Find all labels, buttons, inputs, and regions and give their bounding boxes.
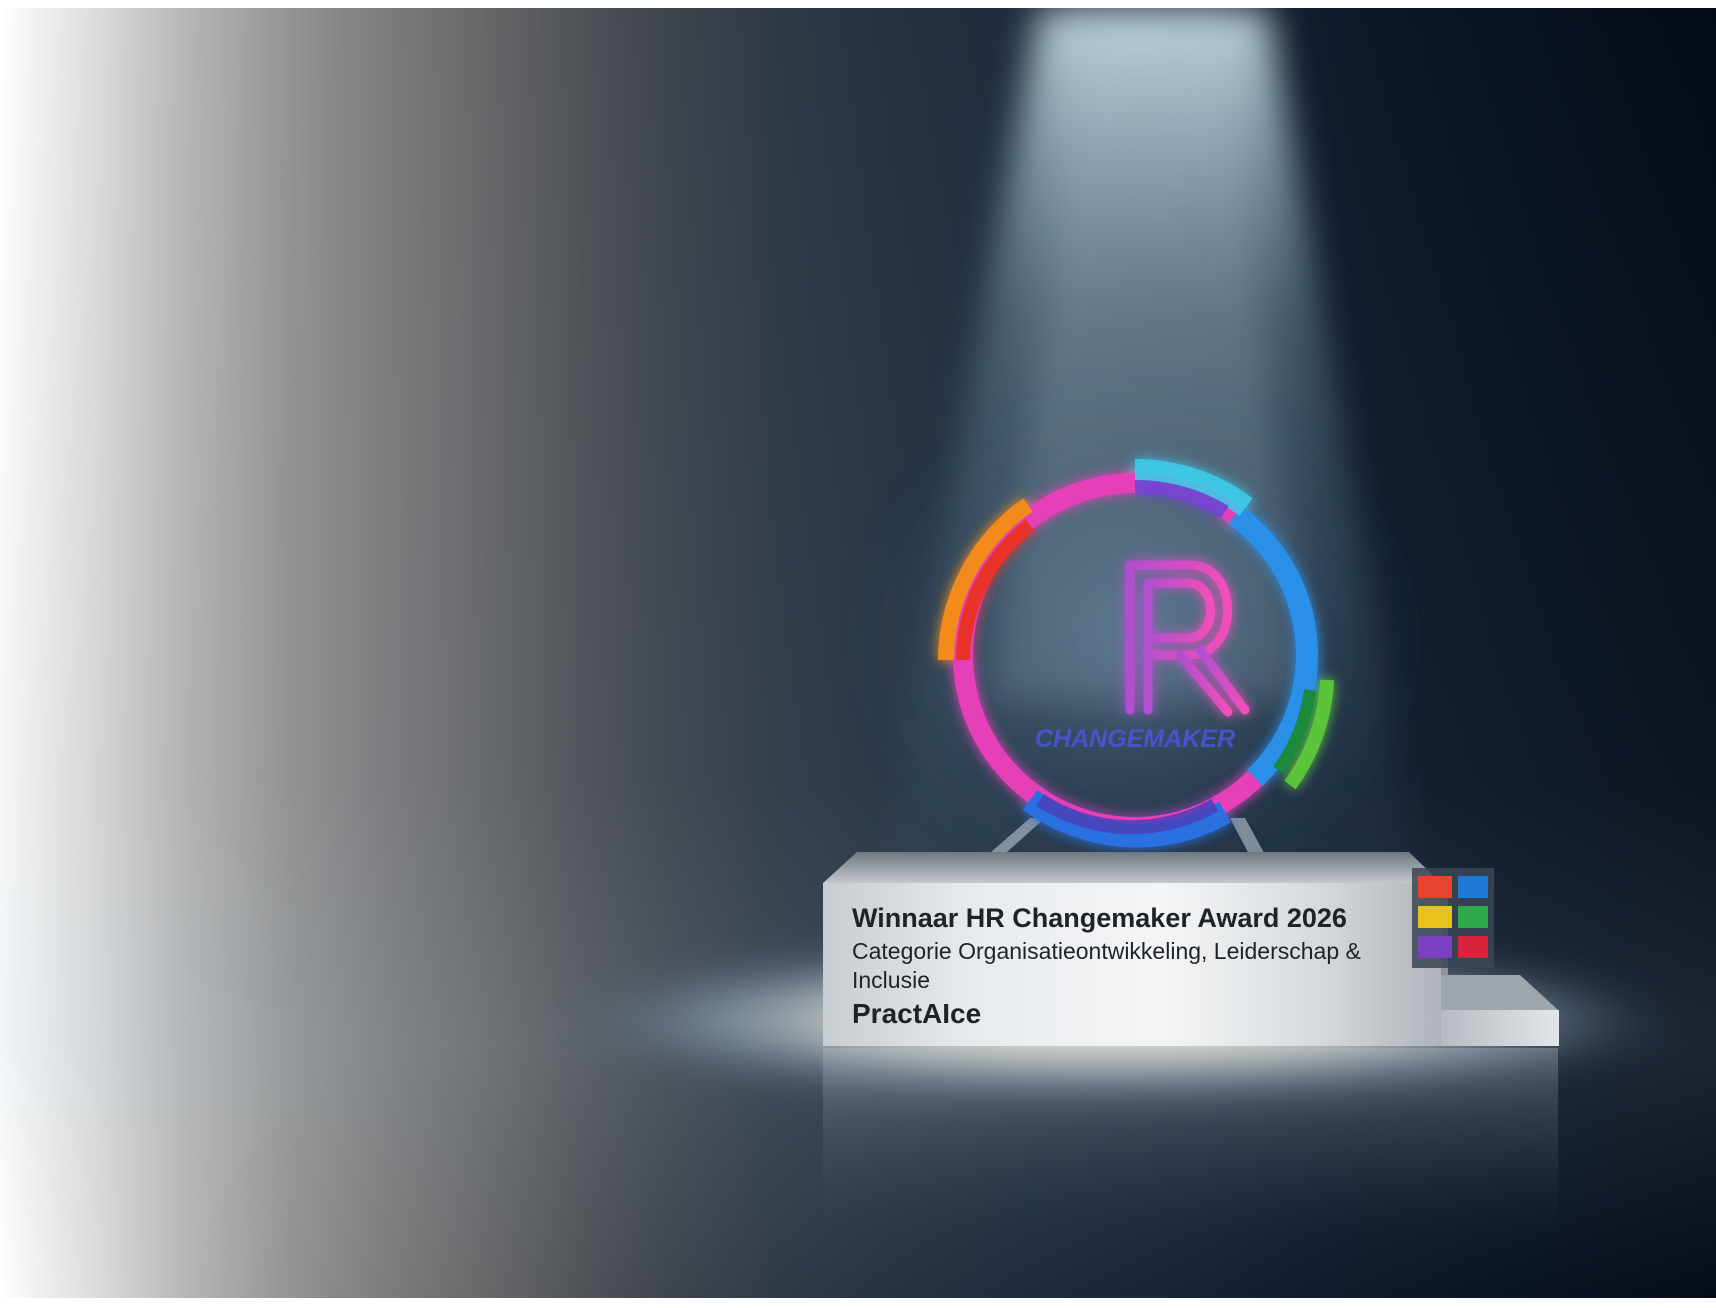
plaque-reflection (823, 1048, 1558, 1238)
award-scene: Winnaar HR Changemaker Award 2026 Catego… (0, 0, 1716, 1308)
plaque-title: Winnaar HR Changemaker Award 2026 (852, 903, 1347, 933)
frame-bottom-edge (0, 1298, 1716, 1308)
frame-top-edge (0, 0, 1716, 8)
spotlight-scene (560, 8, 1680, 1238)
color-block-cube (1412, 868, 1494, 968)
plaque-category: Categorie Organisatieontwikkeling, Leide… (852, 938, 1361, 993)
plaque-top (823, 852, 1441, 883)
plaque-winner: PractAIce (852, 998, 982, 1029)
